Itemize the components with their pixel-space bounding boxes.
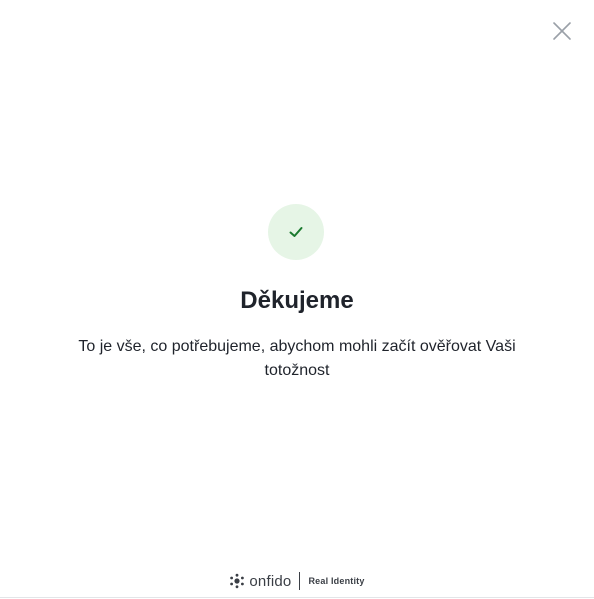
onfido-logo-icon xyxy=(229,573,245,589)
footer-divider xyxy=(299,572,301,590)
page-title: Děkujeme xyxy=(240,287,354,314)
brand-tagline: Real Identity xyxy=(308,576,365,586)
success-badge xyxy=(268,204,324,260)
powered-by-footer: onfido Real Identity xyxy=(0,569,594,593)
brand-name: onfido xyxy=(249,572,292,590)
check-icon xyxy=(289,227,303,237)
completion-message: To je vše, co potřebujeme, abychom mohli… xyxy=(78,338,516,379)
close-button[interactable] xyxy=(551,20,573,42)
verification-complete-dialog: Děkujeme To je vše, co potřebujeme, abyc… xyxy=(0,0,594,598)
close-icon xyxy=(553,22,571,40)
